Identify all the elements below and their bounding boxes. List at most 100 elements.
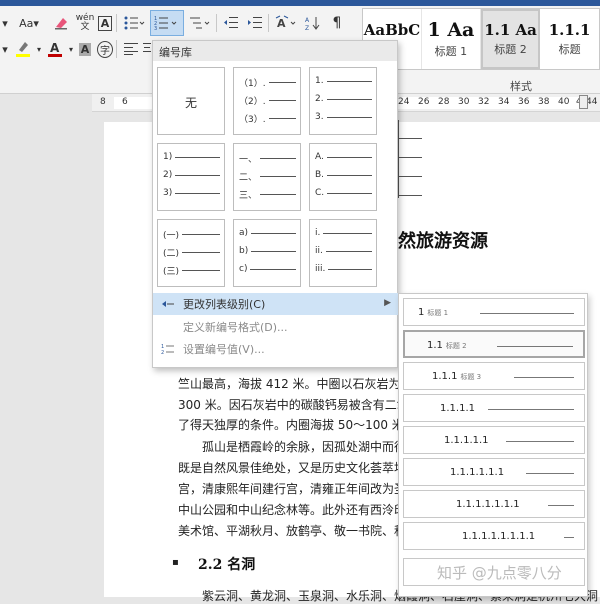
list-marker: 2) [163,170,173,180]
highlight-icon[interactable] [12,38,34,60]
font-color-dropdown[interactable]: ▾ [66,38,76,60]
body-line: 300 米。因石灰岩中的碳酸钙易被含有二氧化碳 [178,398,433,412]
list-marker: 一、 [239,155,258,165]
list-marker: iii. [315,264,326,274]
ruler-tick: 24 [398,97,410,107]
change-list-level-label: 更改列表级别(C) [183,298,266,311]
style-sample: AaBbC [363,21,421,39]
highlight-dropdown[interactable]: ▾ [34,38,44,60]
body-line: 中山公园和中山纪念林等。此外还有西泠印社、 [178,503,431,517]
define-new-format-label: 定义新编号格式(D)... [183,321,288,334]
list-marker: 1) [163,152,173,162]
level-style-name: 标题 1 [427,309,449,317]
ribbon-overflow-left[interactable]: ▾ [0,12,10,34]
phonetic-char-icon: 文 [80,22,90,32]
ruler-tick: 38 [538,97,550,107]
level-line [514,377,574,378]
level-number: 1.1.1.1.1.1.1.1 [462,531,536,542]
watermark: 知乎 @九点零八分 [437,564,562,582]
sort-icon[interactable]: AZ [302,12,324,34]
char-border-icon[interactable]: A [96,12,114,34]
center-icon[interactable] [142,38,152,60]
numbering-roman-lower[interactable]: i. ii. iii. [309,219,377,287]
list-marker: （1）. [239,79,266,89]
list-level-5[interactable]: 1.1.1.1.1 [403,426,585,454]
numbering-number-dot[interactable]: 1. 2. 3. [309,67,377,135]
phonetic-guide-button[interactable]: wén 文 [74,12,96,34]
list-level-2[interactable]: 1.1 标题 2 [403,330,585,358]
level-line [526,473,574,474]
level-number: 1.1 [427,340,443,351]
numbering-number-paren[interactable]: 1) 2) 3) [157,143,225,211]
show-marks-icon[interactable]: ¶ [326,12,348,34]
font-color-icon[interactable]: A [44,38,66,60]
multilevel-list-button[interactable] [186,12,214,34]
table-fragment [398,120,422,198]
body-line: 既是自然风景佳绝处，又是历史文化荟萃地，是 [178,461,431,475]
numbering-chinese[interactable]: 一、 二、 三、 [233,143,301,211]
style-heading-2[interactable]: 1.1 Aa 标题 2 [480,9,541,69]
list-level-1[interactable]: 1 标题 1 [403,298,585,326]
list-level-6[interactable]: 1.1.1.1.1.1 [403,458,585,486]
list-marker: 1. [315,76,324,86]
list-level-8[interactable]: 1.1.1.1.1.1.1.1 [403,522,585,550]
style-name: 标题 2 [494,43,527,56]
list-marker: A. [315,152,324,162]
list-marker: c) [239,264,248,274]
style-sample: 1 Aa [427,19,475,41]
style-heading-1[interactable]: 1 Aa 标题 1 [422,9,481,69]
increase-indent-icon[interactable] [244,12,266,34]
ruler-tick: 26 [418,97,430,107]
set-numbering-value-item[interactable]: 12 设置编号值(V)... [153,338,399,360]
svg-text:3: 3 [154,26,157,31]
style-sample: 1.1 Aa [484,21,537,39]
change-case-button[interactable]: Aa ▾ [14,12,44,34]
svg-text:2: 2 [161,350,164,355]
char-shading-icon[interactable]: A [76,38,94,60]
ruler-tick: 36 [518,97,530,107]
list-marker: （2）. [239,97,266,107]
numbering-button[interactable]: 123 [150,10,184,36]
clear-format-icon[interactable] [50,12,72,34]
level-line [548,505,574,506]
right-indent-marker[interactable] [579,95,588,109]
change-level-icon [162,301,174,307]
list-marker: (一) [163,231,180,241]
list-marker: b) [239,246,249,256]
list-marker: 三、 [239,191,258,201]
style-heading-3[interactable]: 1.1.1 标题 [540,9,599,69]
list-level-3[interactable]: 1.1.1 标题 3 [403,362,585,390]
numbering-letter-upper[interactable]: A. B. C. [309,143,377,211]
level-number: 1.1.1.1.1.1.1 [456,499,520,510]
numbering-chinese-paren[interactable]: (一) (二) (三) [157,219,225,287]
svg-text:A: A [305,17,310,24]
ruler-tick: 40 [558,97,570,107]
list-marker: (三) [163,267,180,277]
level-line [506,441,574,442]
numbering-none[interactable]: 无 [157,67,225,135]
svg-text:Z: Z [305,25,309,31]
numbering-paren-number[interactable]: （1）. （2）. （3）. [233,67,301,135]
decrease-indent-icon[interactable] [220,12,242,34]
list-level-7[interactable]: 1.1.1.1.1.1.1 [403,490,585,518]
align-left-icon[interactable] [120,38,142,60]
list-marker: （3）. [239,115,266,125]
ribbon-overflow-left-2[interactable]: ▾ [0,38,10,60]
list-level-4[interactable]: 1.1.1.1 [403,394,585,422]
svg-text:A: A [50,41,60,55]
ribbon-separator [216,14,217,32]
bullets-button[interactable] [120,12,148,34]
list-level-flyout: 1 标题 1 1.1 标题 2 1.1.1 标题 3 1.1.1.1 1.1.1.1.… [398,293,588,597]
list-marker: C. [315,188,325,198]
list-marker: (二) [163,249,180,259]
enclose-char-icon[interactable]: 字 [96,38,114,60]
level-style-name: 标题 2 [445,342,467,350]
list-marker: 二、 [239,173,258,183]
level-line [497,346,573,347]
ruler-tick: 28 [438,97,450,107]
chinese-layout-icon[interactable]: A [272,12,300,34]
change-list-level-item[interactable]: 更改列表级别(C) ▶ [153,293,399,315]
define-new-format-item[interactable]: 定义新编号格式(D)... [153,316,399,338]
numbering-letter-lower[interactable]: a) b) c) [233,219,301,287]
list-marker: i. [315,228,321,238]
